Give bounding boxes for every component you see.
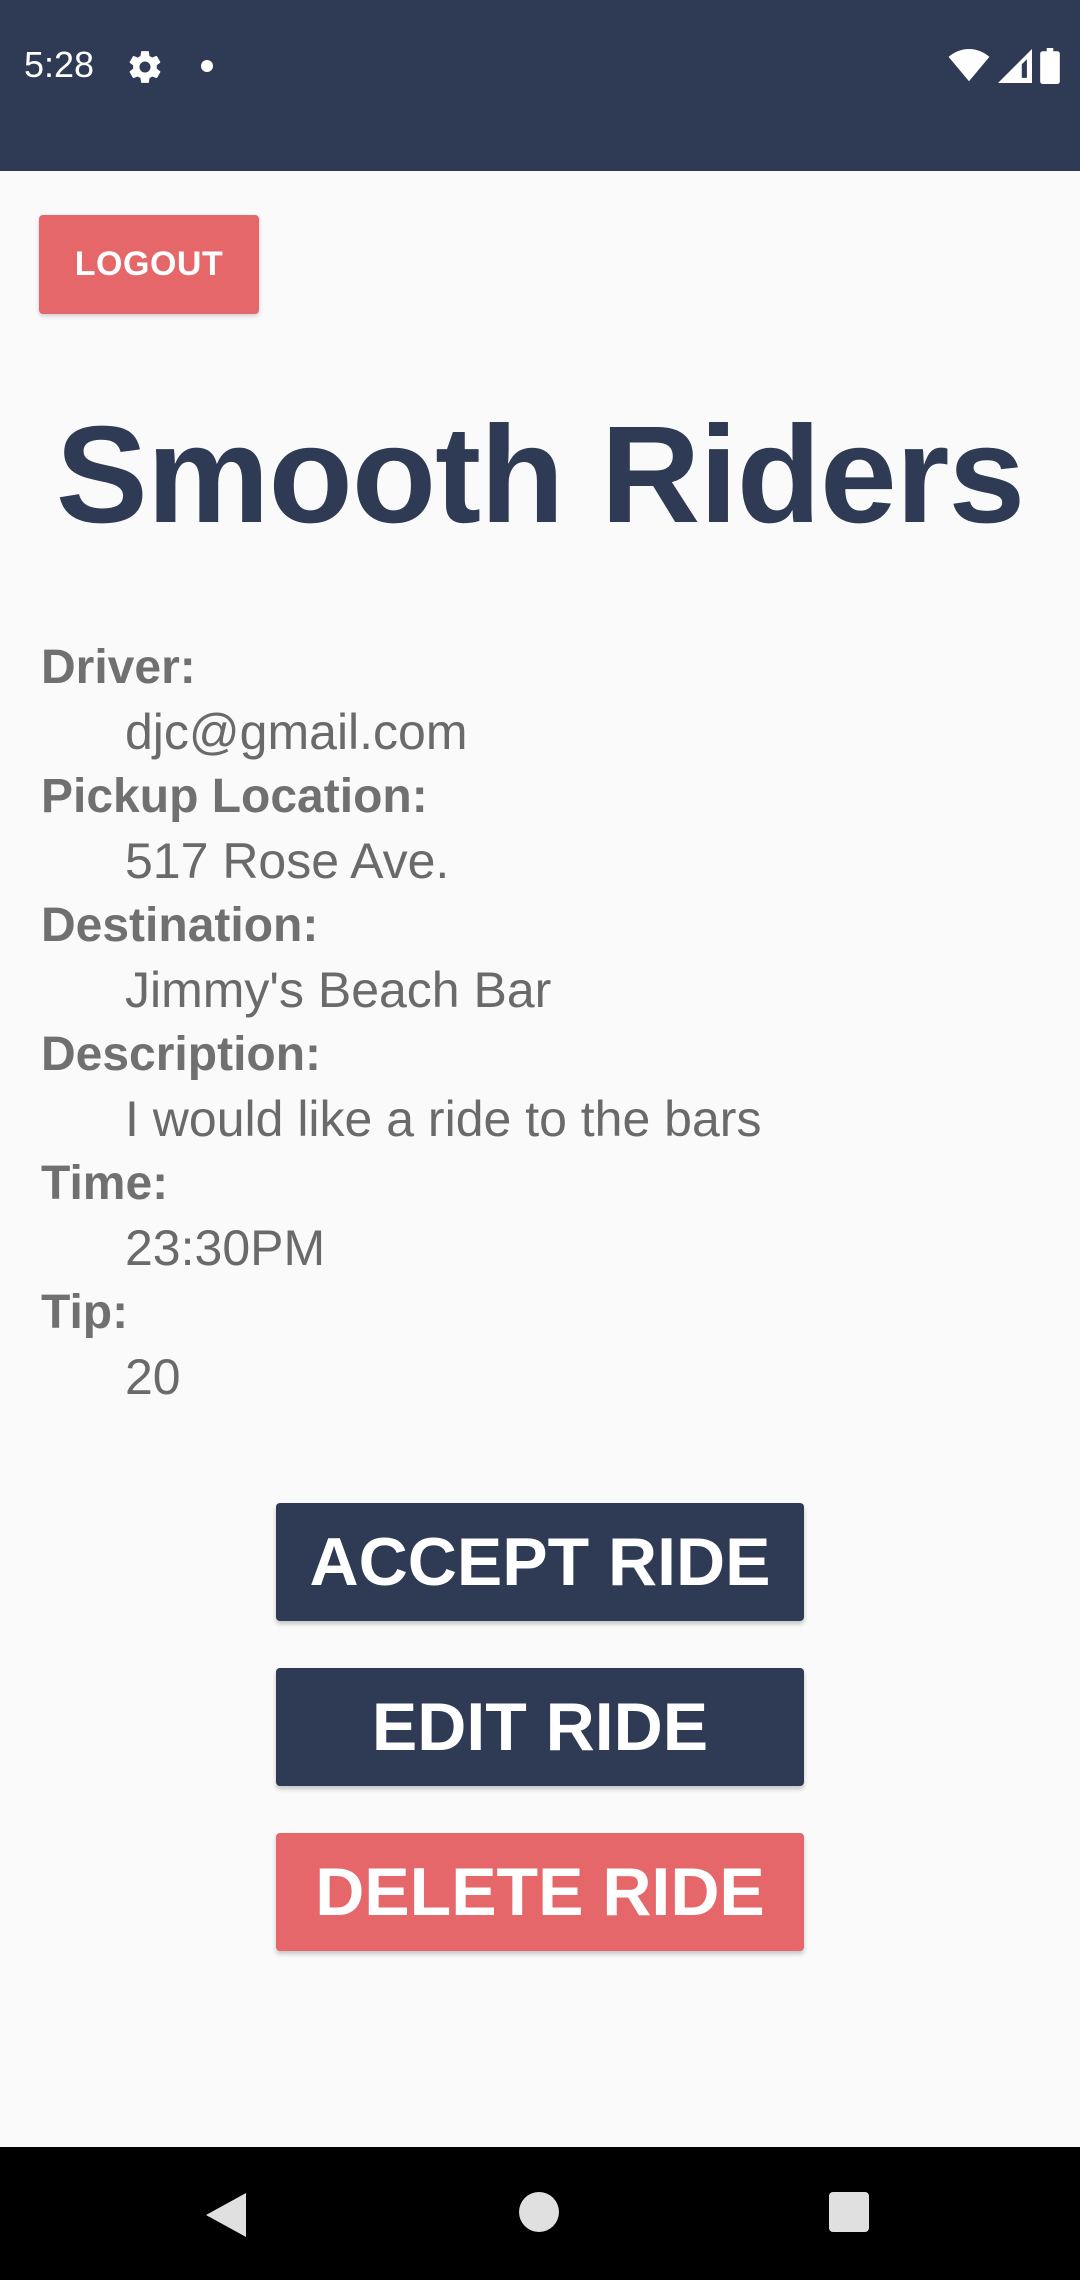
description-label: Description: — [41, 1028, 322, 1081]
status-bar: 5:28 — [0, 0, 1080, 171]
edit-ride-button[interactable]: EDIT RIDE — [276, 1668, 804, 1786]
tip-value: 20 — [125, 1349, 181, 1405]
description-value: I would like a ride to the bars — [125, 1091, 762, 1147]
signal-icon — [998, 49, 1032, 83]
destination-value: Jimmy's Beach Bar — [125, 962, 552, 1018]
driver-value: djc@gmail.com — [125, 704, 468, 760]
pickup-label: Pickup Location: — [41, 770, 428, 823]
recent-apps-icon[interactable] — [829, 2192, 869, 2232]
back-icon[interactable] — [206, 2193, 246, 2242]
navigation-bar — [0, 2147, 1080, 2280]
app-title: Smooth Riders — [55, 398, 1025, 552]
notification-dot-icon — [201, 60, 213, 72]
status-icons — [948, 46, 1060, 86]
destination-label: Destination: — [41, 899, 319, 952]
logout-button[interactable]: LOGOUT — [39, 215, 259, 314]
pickup-value: 517 Rose Ave. — [125, 833, 450, 889]
ride-details-screen: 5:28 LOGOUT Smooth Riders Driver: djc@gm… — [0, 0, 1080, 2280]
driver-label: Driver: — [41, 641, 196, 694]
battery-icon — [1040, 48, 1060, 84]
ride-details: Driver: djc@gmail.com Pickup Location: 5… — [41, 640, 1041, 1414]
delete-ride-button[interactable]: DELETE RIDE — [276, 1833, 804, 1951]
time-label: Time: — [41, 1157, 169, 1210]
home-icon[interactable] — [519, 2192, 559, 2232]
status-time: 5:28 — [24, 44, 95, 85]
time-value: 23:30PM — [125, 1220, 326, 1276]
tip-label: Tip: — [41, 1286, 129, 1339]
wifi-icon — [948, 49, 990, 83]
gear-icon — [126, 48, 164, 86]
accept-ride-button[interactable]: ACCEPT RIDE — [276, 1503, 804, 1621]
